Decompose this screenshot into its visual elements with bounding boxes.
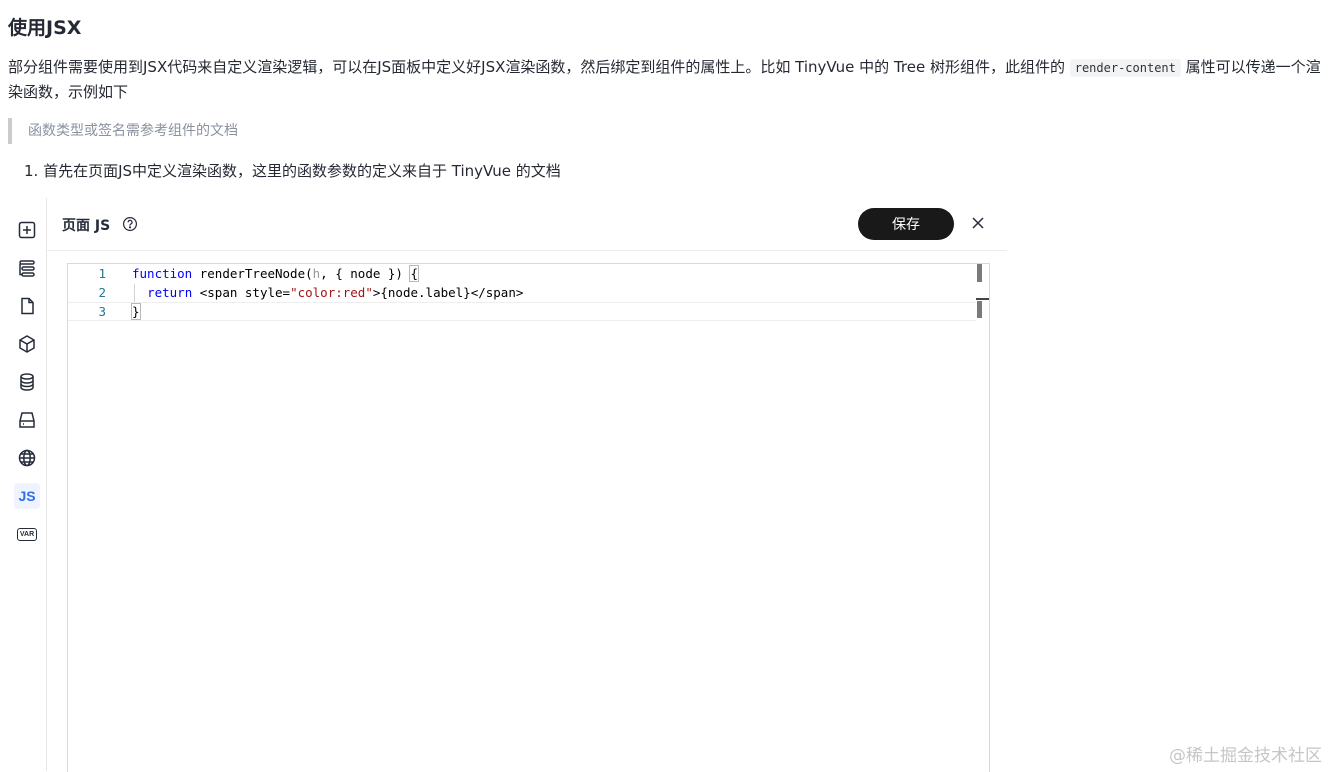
add-square-icon[interactable] [14, 217, 40, 243]
line-number: 1 [98, 266, 106, 281]
js-icon-label: JS [18, 488, 36, 504]
database-icon[interactable] [14, 369, 40, 395]
var-icon-label: VAR [16, 527, 38, 541]
panel-header: 页面 JS 保存 [47, 198, 1007, 251]
code-token: >{node.label}</span> [372, 285, 524, 300]
panel-title: 页面 JS [62, 218, 111, 234]
scrollbar-thumb[interactable] [977, 264, 982, 282]
scrollbar-marker [977, 301, 982, 318]
code-token: "color:red" [290, 285, 373, 300]
code-token: , { node }) [320, 266, 411, 281]
code-token: <span style= [192, 285, 291, 300]
plugin-sidebar: JS VAR [8, 198, 47, 771]
close-icon[interactable] [971, 216, 985, 230]
code-line: 1 function renderTreeNode(h, { node }) { [68, 264, 976, 283]
code-text: } [131, 303, 141, 320]
overview-ruler-mark [976, 298, 989, 300]
paragraph-text-1: 部分组件需要使用到JSX代码来自定义渲染逻辑，可以在JS面板中定义好JSX渲染函… [8, 58, 1070, 76]
cube-icon[interactable] [14, 331, 40, 357]
inline-code: render-content [1069, 59, 1181, 77]
line-number: 3 [98, 304, 106, 319]
code-text: function renderTreeNode(h, { node }) { [132, 264, 419, 283]
watermark: @稀土掘金技术社区 [1169, 746, 1322, 766]
code-token: renderTreeNode( [192, 266, 313, 281]
globe-icon[interactable] [14, 445, 40, 471]
code-editor[interactable]: 1 function renderTreeNode(h, { node }) {… [67, 263, 990, 772]
line-number: 2 [98, 285, 106, 300]
code-token: function [132, 266, 193, 281]
save-button[interactable]: 保存 [858, 208, 954, 240]
page-icon[interactable] [14, 293, 40, 319]
code-token: { [409, 265, 419, 282]
list-item: 1. 首先在页面JS中定义渲染函数，这里的函数参数的定义来自于 TinyVue … [24, 162, 561, 180]
outline-tree-icon[interactable] [14, 255, 40, 281]
section-heading: 使用JSX [8, 17, 82, 39]
js-icon[interactable]: JS [14, 483, 40, 509]
code-token: } [131, 303, 141, 320]
blockquote: 函数类型或签名需参考组件的文档 [8, 118, 238, 144]
code-text: return <span style="color:red">{node.lab… [132, 283, 523, 302]
intro-paragraph: 部分组件需要使用到JSX代码来自定义渲染逻辑，可以在JS面板中定义好JSX渲染函… [8, 55, 1326, 104]
var-icon[interactable]: VAR [14, 521, 40, 547]
code-line-current: 3 } [68, 302, 976, 321]
drawer-icon[interactable] [14, 407, 40, 433]
code-token: return [147, 285, 193, 300]
code-line: 2 return <span style="color:red">{node.l… [68, 283, 976, 302]
help-icon[interactable] [122, 216, 138, 232]
